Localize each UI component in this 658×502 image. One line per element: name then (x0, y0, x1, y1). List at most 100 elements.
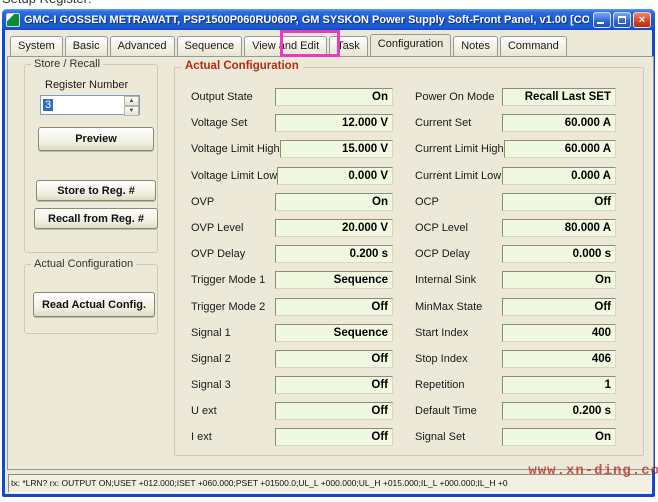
config-row: Signal Set On (415, 428, 616, 447)
preview-button[interactable]: Preview (38, 127, 154, 151)
config-row: OVP Level 20.000 V (191, 218, 393, 237)
config-row: Output State On (191, 88, 393, 106)
field-value: Sequence (275, 323, 393, 342)
config-row: Voltage Set 12.000 V (191, 114, 393, 133)
field-label: Signal 1 (191, 326, 231, 339)
field-label: Current Set (415, 117, 472, 130)
field-value: Recall Last SET (502, 88, 616, 106)
field-label: OVP Delay (191, 248, 246, 261)
app-logo-icon (6, 12, 20, 27)
field-label: Current Limit High (415, 143, 504, 156)
recall-from-register-button[interactable]: Recall from Reg. # (34, 208, 158, 229)
window-controls: × (593, 11, 651, 28)
field-label: Voltage Limit High (191, 143, 280, 156)
maximize-icon (618, 15, 626, 24)
spinner-down-icon[interactable]: ▼ (124, 106, 139, 116)
register-number-value: 3 (43, 99, 54, 111)
field-value: 1 (502, 376, 616, 395)
store-to-register-button[interactable]: Store to Reg. # (36, 180, 156, 201)
config-row: Signal 3 Off (191, 376, 393, 395)
store-recall-group: Store / Recall Register Number 3 ▲ ▼ Pre… (24, 58, 158, 253)
field-value: 60.000 A (502, 114, 616, 133)
config-row: MinMax State Off (415, 297, 616, 316)
config-row: Current Limit Low 0.000 A (415, 166, 616, 185)
application-window: GMC-I GOSSEN METRAWATT, PSP1500P060RU060… (2, 9, 655, 497)
field-value: 12.000 V (275, 114, 393, 133)
field-value: 400 (502, 323, 616, 342)
field-label: U ext (191, 405, 217, 418)
field-label: OCP Delay (415, 248, 470, 261)
tab-system[interactable]: System (10, 36, 63, 56)
field-label: OVP Level (191, 221, 244, 234)
field-value: 0.200 s (275, 245, 393, 264)
close-button[interactable]: × (633, 11, 651, 28)
config-row: Trigger Mode 1 Sequence (191, 271, 393, 290)
config-row: Default Time 0.200 s (415, 402, 616, 421)
field-label: Internal Sink (415, 274, 477, 287)
field-label: Output State (191, 91, 253, 103)
field-label: Voltage Limit Low (191, 169, 278, 182)
field-label: Start Index (415, 326, 469, 339)
config-row: Trigger Mode 2 Off (191, 297, 393, 316)
field-value: 0.000 s (502, 245, 616, 264)
field-value: Off (275, 297, 393, 316)
field-value: Off (275, 428, 393, 447)
config-row: Voltage Limit High 15.000 V (191, 140, 393, 159)
configuration-tab-page: Store / Recall Register Number 3 ▲ ▼ Pre… (7, 56, 654, 470)
field-label: Stop Index (415, 352, 468, 365)
config-row: Voltage Limit Low 0.000 V (191, 166, 393, 185)
config-row: Internal Sink On (415, 271, 616, 290)
spinner-buttons: ▲ ▼ (124, 96, 139, 116)
field-label: Trigger Mode 2 (191, 300, 266, 313)
field-value: Off (275, 376, 393, 395)
field-value: Off (275, 349, 393, 368)
tab-configuration[interactable]: Configuration (369, 34, 452, 56)
tab-command[interactable]: Command (499, 36, 567, 56)
register-number-label: Register Number (45, 79, 129, 91)
field-value: On (502, 271, 616, 290)
field-value: Off (275, 402, 393, 421)
field-label: OCP Level (415, 221, 468, 234)
title-bar: GMC-I GOSSEN METRAWATT, PSP1500P060RU060… (2, 9, 655, 30)
field-label: OCP (415, 195, 439, 208)
spinner-up-icon[interactable]: ▲ (124, 96, 139, 106)
config-row: OVP On (191, 192, 393, 211)
config-row: OCP Level 80.000 A (415, 218, 616, 237)
cropped-page-caption: Setup Register: (2, 0, 302, 8)
field-label: Power On Mode (415, 91, 495, 103)
config-row: U ext Off (191, 402, 393, 421)
close-icon: × (638, 13, 646, 26)
minimize-button[interactable] (593, 11, 611, 28)
register-number-spinner[interactable]: 3 ▲ ▼ (40, 95, 140, 116)
field-label: Default Time (415, 405, 477, 418)
field-label: Current Limit Low (415, 169, 502, 182)
actual-configuration-group: Actual Configuration Read Actual Config. (24, 258, 158, 334)
actual-configuration-panel: Actual Configuration Output State On Volta… (174, 60, 644, 456)
tab-advanced[interactable]: Advanced (109, 36, 175, 56)
config-row: OCP Off (415, 192, 616, 211)
tab-basic[interactable]: Basic (64, 36, 108, 56)
tab-notes[interactable]: Notes (453, 36, 498, 56)
config-row: Signal 1 Sequence (191, 323, 393, 342)
tab-sequence[interactable]: Sequence (176, 36, 243, 56)
store-recall-group-label: Store / Recall (31, 58, 104, 70)
tab-strip: System Basic Advanced Sequence View and Edit… (10, 34, 567, 56)
field-value: On (275, 88, 393, 106)
config-row: I ext Off (191, 428, 393, 447)
status-bar-text: tx: *LRN? rx: OUTPUT ON;USET +012.000;IS… (11, 478, 508, 488)
minimize-icon (597, 21, 604, 24)
config-row: Current Set 60.000 A (415, 114, 616, 133)
config-column-left: Output State On Voltage Set 12.000 V Voltage… (191, 88, 393, 447)
field-value: 0.200 s (502, 402, 616, 421)
config-column-right: Power On Mode Recall Last SET Current Set 6… (415, 88, 616, 447)
maximize-button[interactable] (613, 11, 631, 28)
tab-task[interactable]: Task (329, 36, 368, 56)
field-value: 0.000 A (502, 166, 616, 185)
field-value: 60.000 A (503, 140, 616, 159)
field-label: OVP (191, 195, 215, 208)
tab-view-and-edit[interactable]: View and Edit (244, 36, 328, 56)
field-value: Off (502, 192, 616, 211)
actual-configuration-panel-title: Actual Configuration (181, 60, 303, 72)
read-actual-config-button[interactable]: Read Actual Config. (33, 292, 155, 317)
field-label: Signal 3 (191, 379, 231, 392)
